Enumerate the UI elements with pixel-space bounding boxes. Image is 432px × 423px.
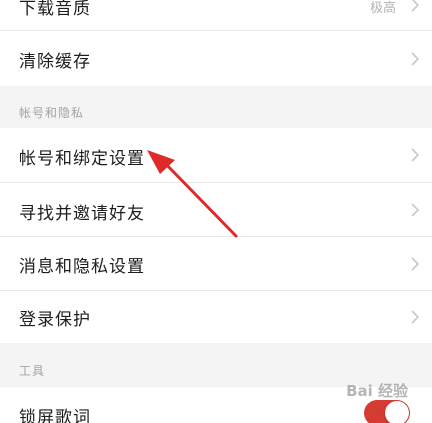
message-privacy-row[interactable]: 消息和隐私设置 [0,237,432,290]
login-protection-label: 登录保护 [19,310,91,330]
chevron-right-icon [408,310,422,324]
chevron-right-icon [408,52,422,66]
find-friends-row[interactable]: 寻找并邀请好友 [0,183,432,236]
download-quality-value: 极高 [369,1,396,16]
lock-screen-lyrics-label: 锁屏歌词 [19,408,91,423]
clear-cache-row[interactable]: 清除缓存 [0,31,432,86]
settings-screen: 下载音质 极高 清除缓存 帐号和隐私 帐号和绑定设置 寻找并邀请好友 消息和隐私… [0,0,432,423]
lock-screen-lyrics-toggle[interactable] [364,400,410,423]
chevron-right-icon [408,203,422,217]
chevron-right-icon [408,257,422,271]
section-title: 工具 [19,364,46,378]
message-privacy-label: 消息和隐私设置 [19,257,145,277]
toggle-knob [385,401,409,423]
find-friends-label: 寻找并邀请好友 [19,204,145,224]
lock-screen-lyrics-row[interactable]: 锁屏歌词 [0,387,432,423]
account-binding-label: 帐号和绑定设置 [19,149,145,169]
chevron-right-icon [408,0,422,12]
download-quality-label: 下载音质 [19,0,91,19]
section-title: 帐号和隐私 [19,106,85,120]
section-header-tools: 工具 [0,343,432,387]
section-header-account: 帐号和隐私 [0,86,432,128]
login-protection-row[interactable]: 登录保护 [0,291,432,343]
chevron-right-icon [408,148,422,162]
download-quality-row[interactable]: 下载音质 极高 [0,0,432,28]
clear-cache-label: 清除缓存 [19,52,91,72]
account-binding-row[interactable]: 帐号和绑定设置 [0,128,432,182]
